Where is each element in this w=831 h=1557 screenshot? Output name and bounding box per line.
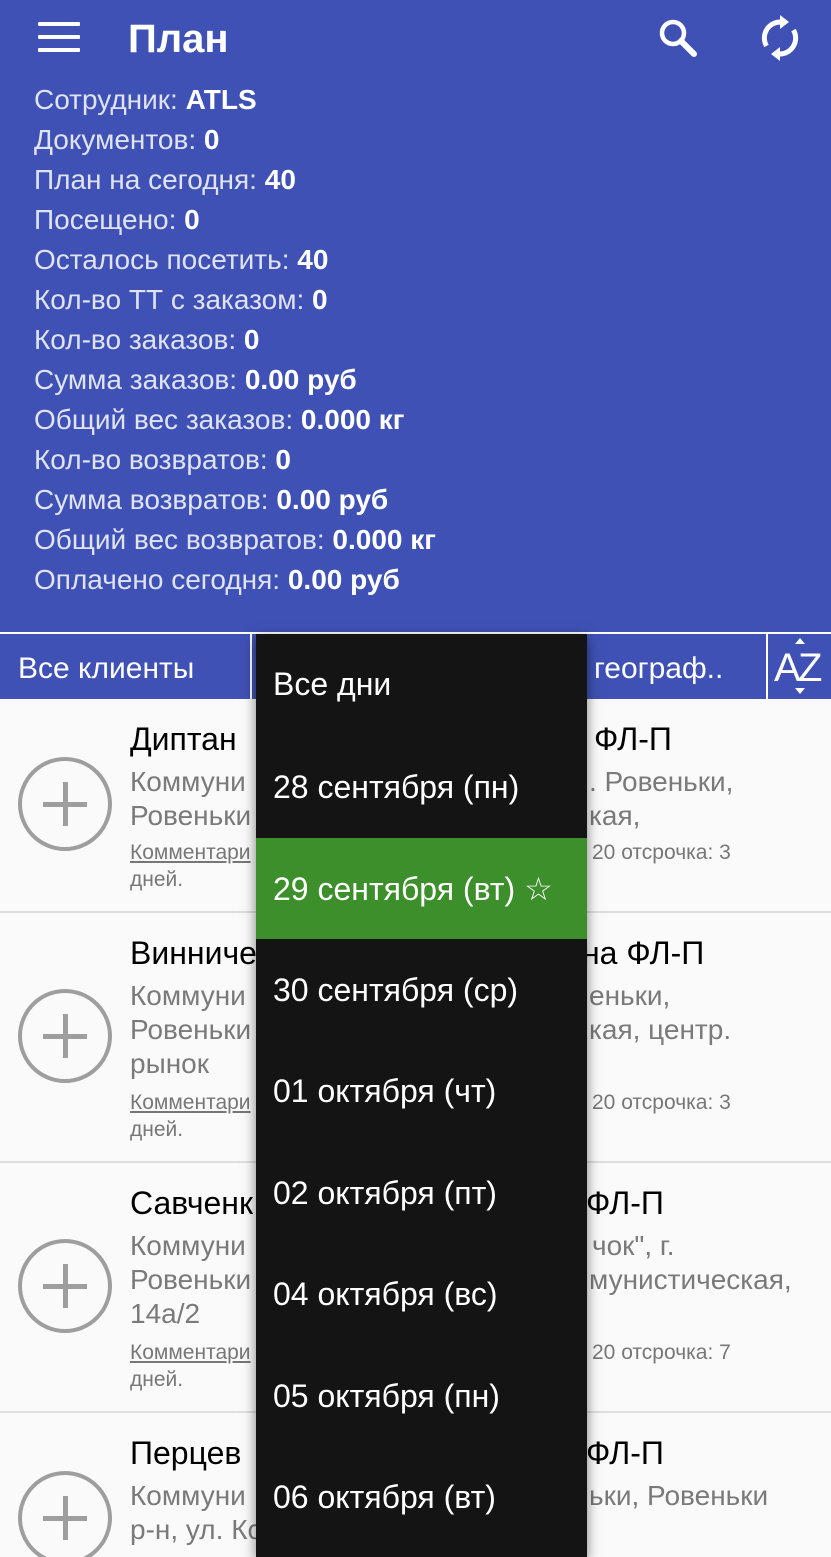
svg-text:Z: Z: [798, 646, 822, 690]
client-address: Коммуни: [130, 1480, 246, 1511]
summary-stats: Сотрудник: ATLS Документов: 0 План на се…: [34, 80, 436, 600]
stat-paid-today: Оплачено сегодня: 0.00 руб: [34, 564, 400, 595]
dropdown-item-day[interactable]: 30 сентября (ср): [256, 940, 587, 1041]
client-address: рынок: [130, 1048, 209, 1079]
client-comment: дней.: [130, 1118, 184, 1141]
add-order-button[interactable]: [18, 757, 112, 851]
stat-employee: Сотрудник: ATLS: [34, 84, 257, 115]
client-comment: 20 отсрочка: 7: [592, 1341, 731, 1364]
client-comment: 20 отсрочка: 3: [592, 1091, 731, 1114]
dropdown-item-all-days[interactable]: Все дни: [256, 634, 587, 735]
client-name: Перцев: [130, 1435, 242, 1471]
clients-filter-dropdown[interactable]: Все клиенты: [0, 634, 252, 699]
client-address-tail: мунистическая,: [589, 1264, 792, 1295]
hamburger-menu-icon[interactable]: [38, 22, 80, 52]
client-address-tail: ьки, Ровеньки: [589, 1480, 769, 1511]
client-address: Коммуни: [130, 766, 246, 797]
client-comment: 20 отсрочка: 3: [592, 841, 731, 864]
client-address-tail: еньки,: [589, 980, 671, 1011]
stat-outlets-with-order: Кол-во ТТ с заказом: 0: [34, 284, 328, 315]
stat-returns-sum: Сумма возвратов: 0.00 руб: [34, 484, 389, 515]
stat-documents: Документов: 0: [34, 124, 220, 155]
client-name: Винниче: [130, 935, 257, 971]
client-address: Ровеньки: [130, 1264, 252, 1295]
stat-plan-today: План на сегодня: 40: [34, 164, 296, 195]
dropdown-item-day[interactable]: 02 октября (пт): [256, 1143, 587, 1244]
add-order-button[interactable]: [18, 989, 112, 1083]
page-title: План: [128, 17, 229, 61]
svg-text:A: A: [774, 646, 801, 690]
client-name: Савченк: [130, 1185, 253, 1221]
client-name: Диптан: [130, 721, 237, 757]
stat-orders-sum: Сумма заказов: 0.00 руб: [34, 364, 357, 395]
client-address: Коммуни: [130, 980, 246, 1011]
stat-orders-count: Кол-во заказов: 0: [34, 324, 260, 355]
client-address: р-н, ул. Ко: [130, 1514, 264, 1545]
stat-orders-weight: Общий вес заказов: 0.000 кг: [34, 404, 405, 435]
client-address-tail: кая,: [589, 800, 641, 831]
add-order-button[interactable]: [18, 1471, 112, 1557]
add-order-button[interactable]: [18, 1239, 112, 1333]
dropdown-item-day[interactable]: 01 октября (чт): [256, 1041, 587, 1142]
stat-remaining: Осталось посетить: 40: [34, 244, 329, 275]
client-name-tail: ФЛ-П: [594, 721, 672, 757]
client-name-tail: на ФЛ-П: [582, 935, 705, 971]
dropdown-item-day-selected[interactable]: 29 сентября (вт) ☆: [256, 838, 587, 939]
stat-returns-count: Кол-во возвратов: 0: [34, 444, 291, 475]
stat-visited: Посещено: 0: [34, 204, 200, 235]
client-comment-link[interactable]: Комментари: [130, 1339, 251, 1367]
sync-icon[interactable]: [756, 14, 804, 62]
client-comment: дней.: [130, 868, 184, 891]
client-comment-link[interactable]: Комментари: [130, 839, 251, 867]
client-name-tail: ФЛ-П: [586, 1185, 664, 1221]
client-name-tail: ФЛ-П: [586, 1435, 664, 1471]
client-address: Ровеньки: [130, 1014, 252, 1045]
geography-filter-dropdown[interactable]: географ..: [594, 634, 723, 699]
stat-returns-weight: Общий вес возвратов: 0.000 кг: [34, 524, 436, 555]
client-address: 14а/2: [130, 1298, 201, 1329]
client-comment: дней.: [130, 1368, 184, 1391]
client-address: Ровеньки: [130, 800, 252, 831]
client-address-tail: кая, центр.: [589, 1014, 732, 1045]
day-filter-dropdown-menu: Все дни 28 сентября (пн) 29 сентября (вт…: [256, 634, 587, 1557]
dropdown-item-day[interactable]: 04 октября (вс): [256, 1244, 587, 1345]
app-header: План Сотрудник: ATLS Документов: 0 План …: [0, 0, 831, 632]
sort-az-icon[interactable]: A Z: [766, 634, 831, 699]
dropdown-item-day[interactable]: 28 сентября (пн): [256, 737, 587, 838]
client-address: Коммуни: [130, 1230, 246, 1261]
client-comment-link[interactable]: Комментари: [130, 1089, 251, 1117]
search-icon[interactable]: [656, 16, 700, 60]
client-address-tail: . Ровеньки,: [589, 766, 734, 797]
dropdown-item-day[interactable]: 06 октября (вт): [256, 1447, 587, 1548]
dropdown-item-day[interactable]: 05 октября (пн): [256, 1346, 587, 1447]
client-address-tail: чок", г.: [592, 1230, 675, 1261]
